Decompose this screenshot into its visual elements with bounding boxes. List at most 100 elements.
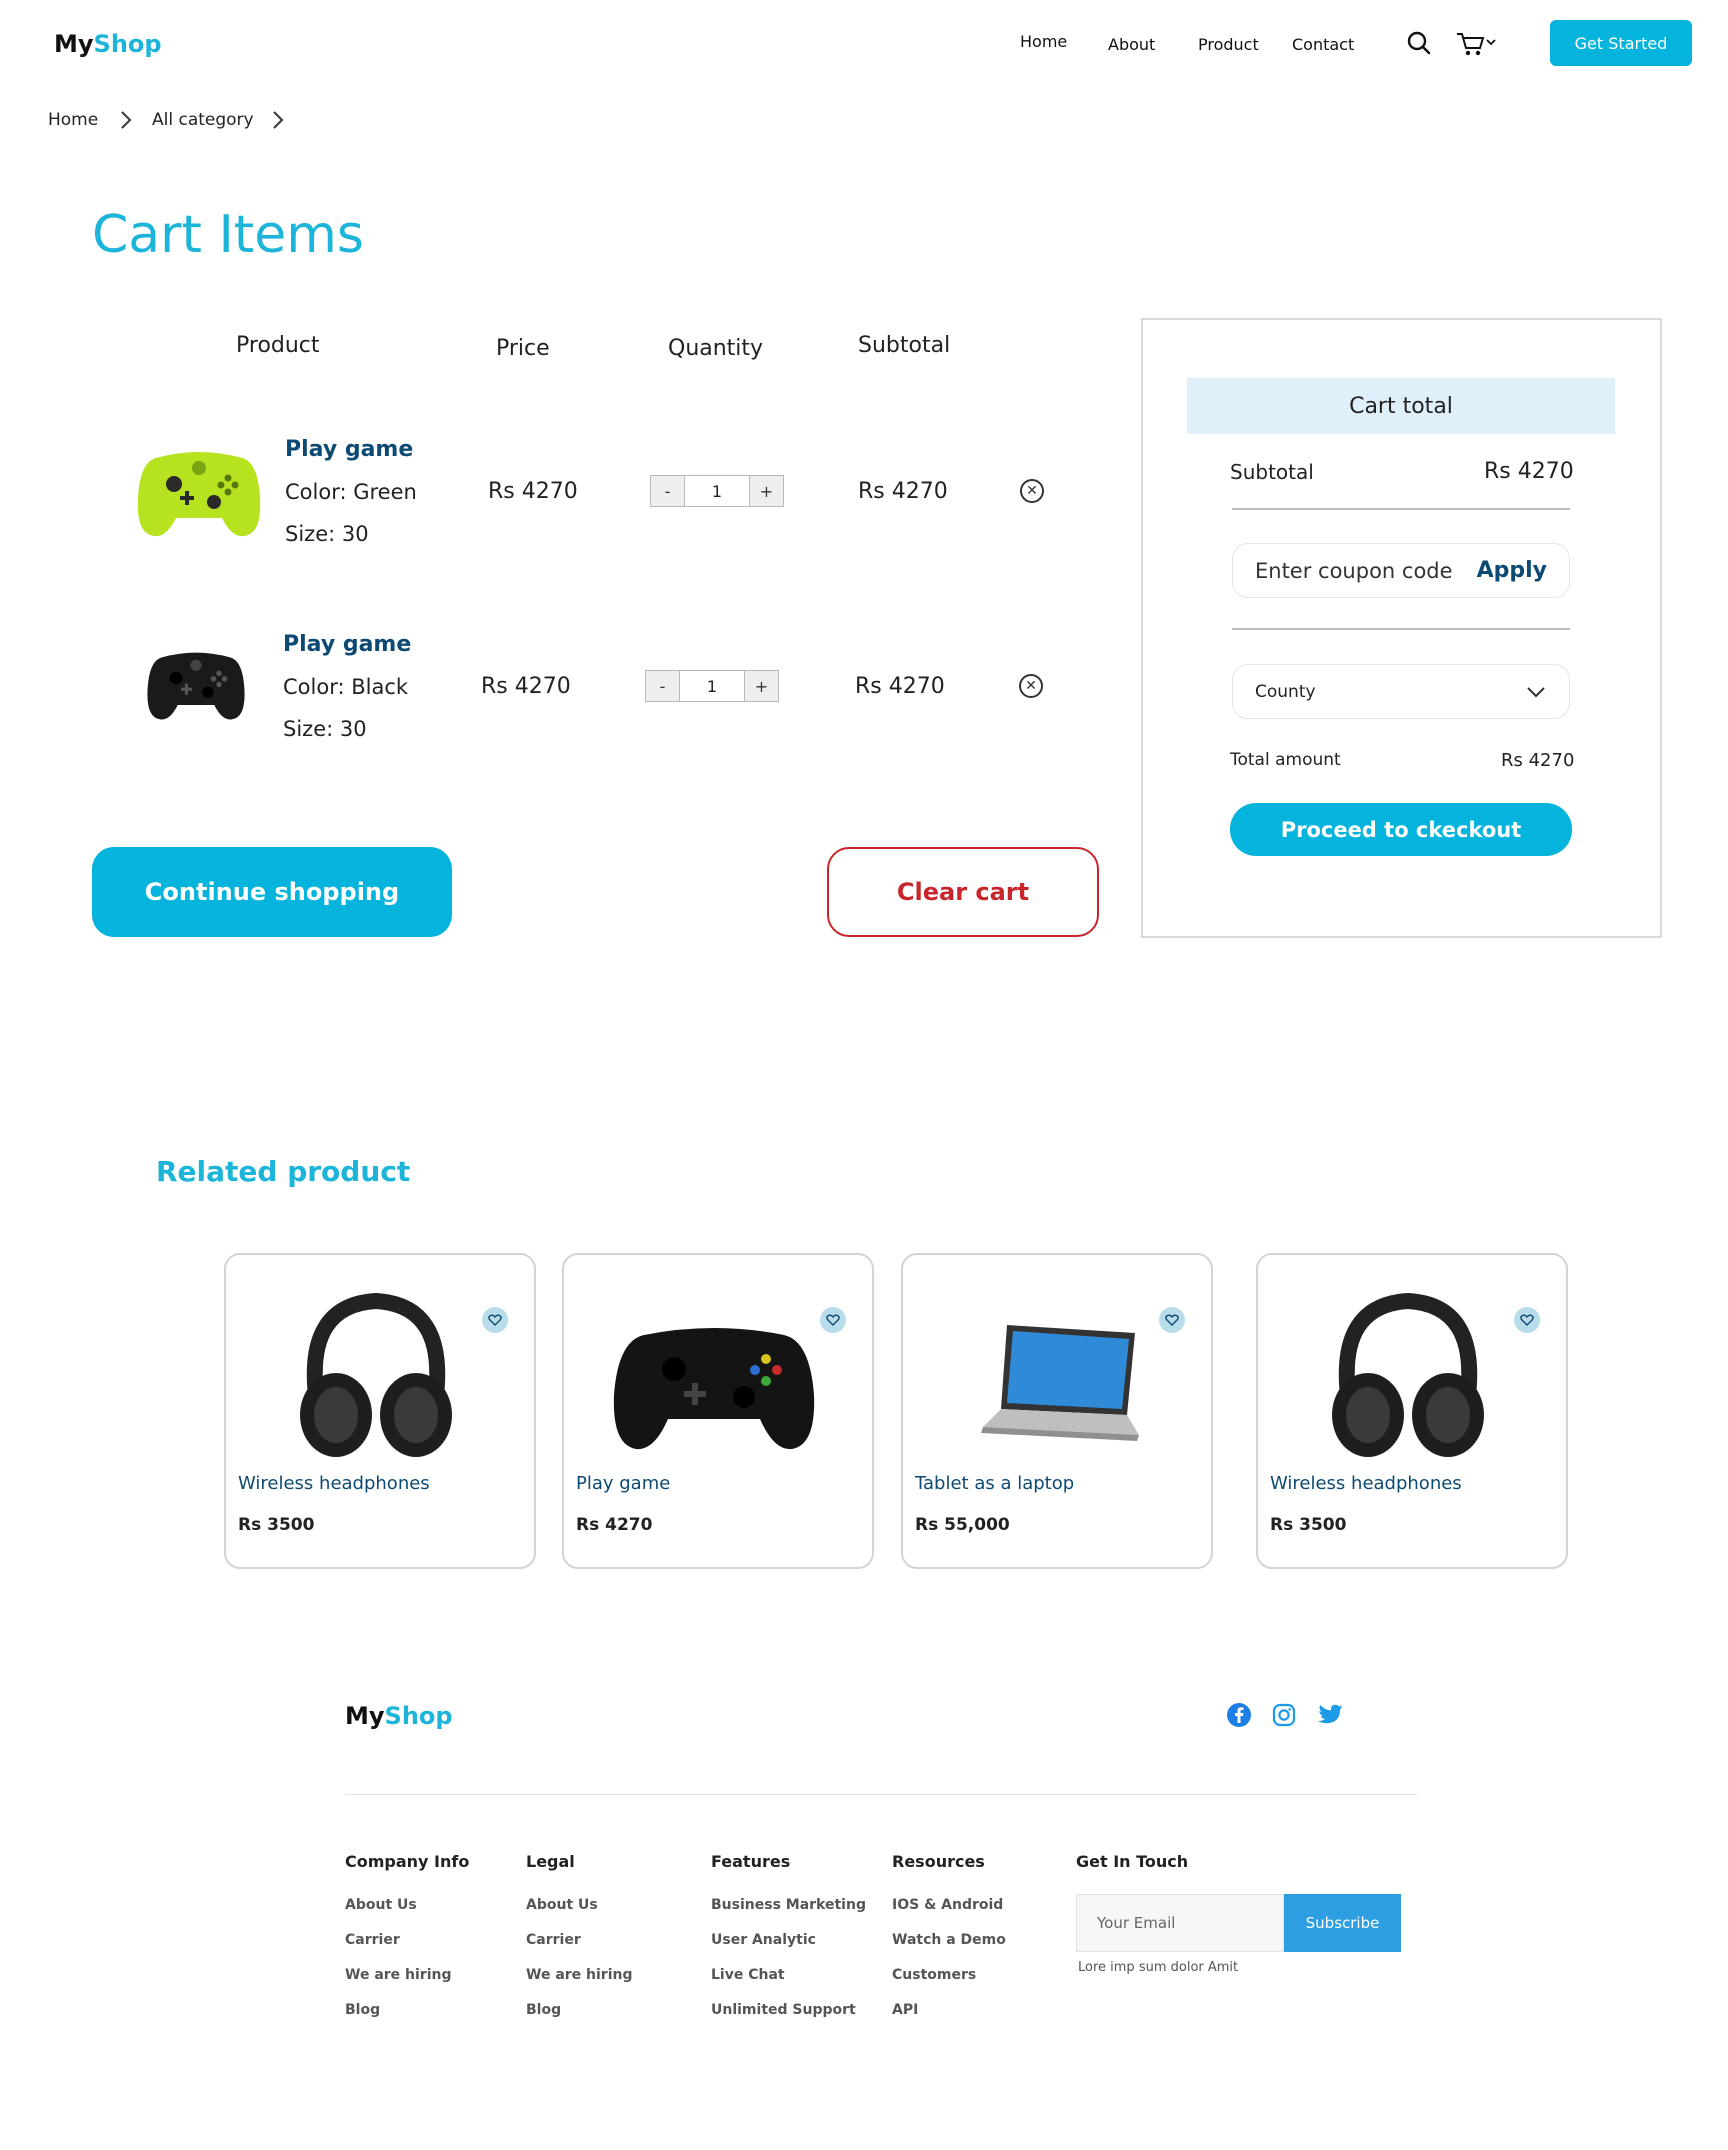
product-name[interactable]: Wireless headphones: [1270, 1473, 1462, 1494]
increase-button[interactable]: +: [744, 671, 778, 701]
footer-link[interactable]: IOS & Android: [892, 1897, 1003, 1913]
summary-subtotal-label: Subtotal: [1230, 460, 1314, 484]
breadcrumb-all-category[interactable]: All category: [152, 110, 254, 130]
controller-icon: [613, 1328, 815, 1450]
cart-item-color: Color: Black: [283, 675, 409, 699]
cart-icon[interactable]: [1455, 30, 1501, 58]
quantity-value[interactable]: 1: [680, 671, 744, 701]
footer-link[interactable]: About Us: [526, 1897, 598, 1913]
coupon-input[interactable]: Enter coupon code: [1255, 559, 1453, 583]
chevron-down-icon: [1527, 686, 1545, 697]
nav-about[interactable]: About: [1108, 35, 1155, 54]
footer-link[interactable]: Live Chat: [711, 1967, 785, 1983]
cart-item-name[interactable]: Play game: [283, 632, 411, 657]
footer-link[interactable]: We are hiring: [526, 1967, 633, 1983]
chevron-right-icon: [121, 111, 132, 129]
coupon-field[interactable]: Enter coupon code Apply: [1232, 543, 1570, 598]
instagram-icon[interactable]: [1272, 1703, 1296, 1727]
product-price: Rs 4270: [576, 1515, 653, 1535]
product-price: Rs 3500: [238, 1515, 315, 1535]
country-select-value: County: [1255, 681, 1316, 702]
twitter-icon[interactable]: [1318, 1704, 1344, 1726]
clear-cart-button[interactable]: Clear cart: [827, 847, 1099, 937]
product-card[interactable]: Play game Rs 4270: [562, 1253, 874, 1569]
footer-link[interactable]: Blog: [526, 2002, 561, 2018]
footer-brand-logo[interactable]: MyShop: [345, 1702, 453, 1730]
footer-link[interactable]: About Us: [345, 1897, 417, 1913]
brand-shop: Shop: [384, 1702, 453, 1730]
nav-product[interactable]: Product: [1198, 35, 1259, 54]
footer-link[interactable]: Blog: [345, 2002, 380, 2018]
heart-icon[interactable]: [482, 1307, 508, 1333]
decrease-button[interactable]: -: [651, 476, 685, 506]
increase-button[interactable]: +: [749, 476, 783, 506]
quantity-value[interactable]: 1: [685, 476, 749, 506]
header-product: Product: [236, 333, 320, 358]
cart-total-heading: Cart total: [1187, 378, 1615, 434]
page-title: Cart Items: [92, 205, 364, 265]
brand-my: My: [54, 30, 94, 58]
laptop-icon: [981, 1325, 1139, 1441]
get-started-button[interactable]: Get Started: [1550, 20, 1692, 66]
decrease-button[interactable]: -: [646, 671, 680, 701]
footer-link[interactable]: Carrier: [345, 1932, 400, 1948]
divider: [1232, 628, 1570, 630]
footer-link[interactable]: Customers: [892, 1967, 976, 1983]
product-price: Rs 3500: [1270, 1515, 1347, 1535]
email-input[interactable]: Your Email: [1076, 1894, 1284, 1952]
subscribe-button[interactable]: Subscribe: [1284, 1894, 1401, 1952]
product-name[interactable]: Tablet as a laptop: [915, 1473, 1074, 1494]
cart-item-size: Size: 30: [283, 717, 367, 741]
apply-coupon-button[interactable]: Apply: [1477, 558, 1547, 583]
product-card[interactable]: Tablet as a laptop Rs 55,000: [901, 1253, 1213, 1569]
quantity-stepper: - 1 +: [650, 475, 784, 507]
header-quantity: Quantity: [668, 336, 764, 361]
brand-shop: Shop: [93, 30, 162, 58]
remove-item-icon[interactable]: ✕: [1019, 674, 1043, 698]
footer-link[interactable]: User Analytic: [711, 1932, 816, 1948]
summary-subtotal-value: Rs 4270: [1484, 459, 1574, 484]
header-subtotal: Subtotal: [858, 333, 951, 358]
total-amount-value: Rs 4270: [1501, 750, 1575, 771]
country-select[interactable]: County: [1232, 664, 1570, 719]
footer-link[interactable]: Unlimited Support: [711, 2002, 856, 2018]
footer-note: Lore imp sum dolor Amit: [1078, 1960, 1239, 1975]
cart-item-name[interactable]: Play game: [285, 437, 413, 462]
headphones-icon: [1332, 1292, 1484, 1457]
related-product-heading: Related product: [156, 1155, 411, 1188]
get-in-touch-title: Get In Touch: [1076, 1852, 1189, 1871]
product-card[interactable]: Wireless headphones Rs 3500: [224, 1253, 536, 1569]
divider: [1232, 508, 1570, 510]
facebook-icon[interactable]: [1226, 1702, 1252, 1728]
brand-my: My: [345, 1702, 385, 1730]
headphones-icon: [300, 1292, 452, 1457]
heart-icon[interactable]: [1159, 1307, 1185, 1333]
footer-link[interactable]: Carrier: [526, 1932, 581, 1948]
nav-home[interactable]: Home: [1020, 32, 1067, 51]
cart-item-subtotal: Rs 4270: [858, 479, 948, 504]
footer-link[interactable]: Business Marketing: [711, 1897, 866, 1913]
cart-item-price: Rs 4270: [481, 674, 571, 699]
breadcrumb-home[interactable]: Home: [48, 110, 98, 130]
product-name[interactable]: Play game: [576, 1473, 670, 1494]
proceed-to-checkout-button[interactable]: Proceed to ckeckout: [1230, 803, 1572, 856]
heart-icon[interactable]: [1514, 1307, 1540, 1333]
nav-contact[interactable]: Contact: [1292, 35, 1354, 54]
product-image-green-controller: [137, 452, 261, 537]
total-amount-label: Total amount: [1230, 750, 1341, 770]
footer-link[interactable]: We are hiring: [345, 1967, 452, 1983]
search-icon[interactable]: [1406, 30, 1432, 56]
continue-shopping-button[interactable]: Continue shopping: [92, 847, 452, 937]
footer-link[interactable]: Watch a Demo: [892, 1932, 1006, 1948]
product-name[interactable]: Wireless headphones: [238, 1473, 430, 1494]
remove-item-icon[interactable]: ✕: [1020, 479, 1044, 503]
product-image-black-controller: [147, 652, 245, 720]
chevron-right-icon: [273, 111, 284, 129]
footer-col-title: Features: [711, 1852, 791, 1871]
footer-link[interactable]: API: [892, 2002, 918, 2018]
brand-logo[interactable]: MyShop: [54, 30, 162, 58]
heart-icon[interactable]: [820, 1307, 846, 1333]
product-card[interactable]: Wireless headphones Rs 3500: [1256, 1253, 1568, 1569]
product-price: Rs 55,000: [915, 1515, 1010, 1535]
cart-item-color: Color: Green: [285, 480, 417, 504]
